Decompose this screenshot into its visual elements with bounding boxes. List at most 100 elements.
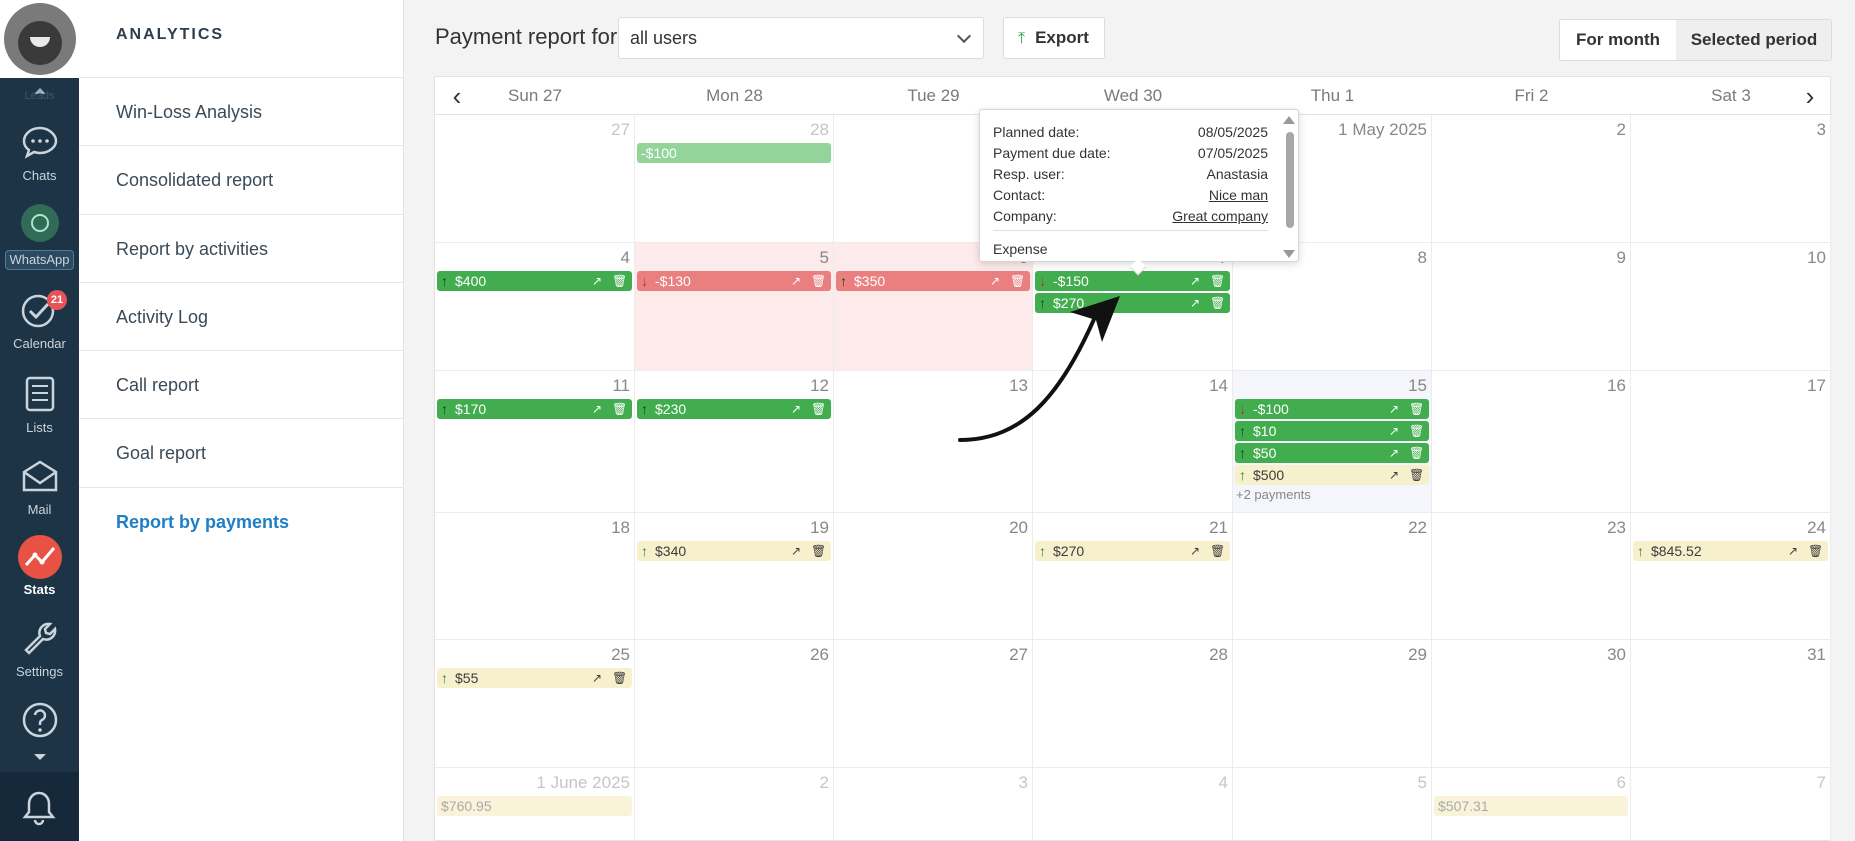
open-external-icon[interactable]: ↗ (789, 399, 803, 419)
menu-item-report-by-payments[interactable]: Report by payments (79, 487, 404, 555)
payment-chip[interactable]: ↑ $340 ↗ 🗑 (637, 541, 831, 561)
trash-icon[interactable]: 🗑 (1210, 541, 1225, 561)
rail-item-calendar[interactable]: Calendar (0, 290, 79, 351)
open-external-icon[interactable]: ↗ (590, 271, 604, 291)
day-cell[interactable]: 27 (834, 640, 1033, 768)
day-cell[interactable]: 25 (435, 640, 635, 768)
day-cell[interactable]: 2 (1432, 115, 1631, 243)
trash-icon[interactable]: 🗑 (1010, 271, 1025, 291)
day-cell[interactable]: 3 (834, 768, 1033, 841)
day-cell[interactable]: 2 (635, 768, 834, 841)
day-cell[interactable]: 4 (1033, 768, 1233, 841)
open-external-icon[interactable]: ↗ (789, 271, 803, 291)
menu-item-activities[interactable]: Report by activities (79, 214, 404, 282)
trash-icon[interactable]: 🗑 (612, 668, 627, 688)
day-cell[interactable]: 27 (435, 115, 635, 243)
day-cell[interactable]: 12 (635, 371, 834, 513)
rail-item-lists[interactable]: Lists (0, 374, 79, 435)
day-cell[interactable]: 8 (1233, 243, 1432, 371)
user-select[interactable]: all users (618, 17, 984, 59)
open-external-icon[interactable]: ↗ (1188, 541, 1202, 561)
trash-icon[interactable]: 🗑 (1409, 399, 1424, 419)
rail-item-leads[interactable]: Leads (0, 90, 79, 102)
rail-item-stats[interactable]: Stats (0, 582, 79, 597)
rail-item-help[interactable] (0, 700, 79, 746)
day-cell[interactable]: 10 (1631, 243, 1831, 371)
payment-chip[interactable]: ↑ $50 ↗ 🗑 (1235, 443, 1429, 463)
open-external-icon[interactable]: ↗ (590, 399, 604, 419)
tooltip-scrollbar[interactable] (1286, 132, 1294, 228)
trash-icon[interactable]: 🗑 (612, 399, 627, 419)
stats-icon[interactable] (18, 535, 62, 579)
tooltip-scroll-up-icon[interactable] (1283, 116, 1295, 124)
rail-item-chats[interactable]: Chats (0, 122, 79, 183)
open-external-icon[interactable]: ↗ (1188, 271, 1202, 291)
payment-chip[interactable]: ↓ -$130 ↗ 🗑 (637, 271, 831, 291)
trash-icon[interactable]: 🗑 (811, 541, 826, 561)
day-cell[interactable]: 11 (435, 371, 635, 513)
menu-item-win-loss[interactable]: Win-Loss Analysis (79, 77, 404, 145)
payment-chip[interactable]: ↑ $400 ↗ 🗑 (437, 271, 632, 291)
trash-icon[interactable]: 🗑 (811, 399, 826, 419)
day-cell[interactable]: 3 (1631, 115, 1831, 243)
for-month-option[interactable]: For month (1560, 20, 1676, 60)
trash-icon[interactable]: 🗑 (1808, 541, 1823, 561)
notifications-button[interactable] (0, 772, 79, 841)
day-cell[interactable]: 20 (834, 513, 1033, 640)
day-cell[interactable]: 28 (635, 115, 834, 243)
company-link[interactable]: Great company (1172, 208, 1268, 224)
whatsapp-icon[interactable] (21, 204, 59, 242)
day-cell[interactable]: 19 (635, 513, 834, 640)
day-cell[interactable]: 9 (1432, 243, 1631, 371)
avatar[interactable] (4, 3, 76, 75)
payment-chip[interactable]: ↑ $170 ↗ 🗑 (437, 399, 632, 419)
day-cell[interactable]: 31 (1631, 640, 1831, 768)
payment-chip[interactable]: ↑ $845.52 ↗ 🗑 (1633, 541, 1828, 561)
day-cell[interactable]: 22 (1233, 513, 1432, 640)
open-external-icon[interactable]: ↗ (1188, 293, 1202, 313)
rail-item-settings[interactable]: Settings (0, 618, 79, 679)
open-external-icon[interactable]: ↗ (789, 541, 803, 561)
day-cell[interactable]: 28 (1033, 640, 1233, 768)
rail-item-mail[interactable]: Mail (0, 456, 79, 517)
rail-item-whatsapp[interactable]: WhatsApp (5, 250, 74, 270)
trash-icon[interactable]: 🗑 (1409, 443, 1424, 463)
day-cell[interactable]: 16 (1432, 371, 1631, 513)
payment-chip[interactable]: ↑ $230 ↗ 🗑 (637, 399, 831, 419)
export-button[interactable]: ⤒ Export (1003, 17, 1105, 59)
trash-icon[interactable]: 🗑 (1409, 421, 1424, 441)
day-cell[interactable]: 18 (435, 513, 635, 640)
trash-icon[interactable]: 🗑 (1409, 465, 1424, 485)
payment-chip[interactable]: ↑ $500 ↗ 🗑 (1235, 465, 1429, 485)
payment-chip[interactable]: ↑ $10 ↗ 🗑 (1235, 421, 1429, 441)
day-cell[interactable]: 17 (1631, 371, 1831, 513)
day-cell[interactable]: 29 (1233, 640, 1432, 768)
trash-icon[interactable]: 🗑 (1210, 293, 1225, 313)
day-cell[interactable]: 4 (435, 243, 635, 371)
day-cell[interactable]: 7 (1631, 768, 1831, 841)
day-cell[interactable]: 24 (1631, 513, 1831, 640)
trash-icon[interactable]: 🗑 (811, 271, 826, 291)
open-external-icon[interactable]: ↗ (1387, 421, 1401, 441)
selected-period-option[interactable]: Selected period (1676, 20, 1832, 60)
payment-chip[interactable]: ↓ -$150 ↗ 🗑 (1035, 271, 1230, 291)
open-external-icon[interactable]: ↗ (1387, 443, 1401, 463)
payment-chip[interactable]: $760.95 (437, 796, 632, 816)
payment-chip[interactable]: ↑ $350 ↗ 🗑 (836, 271, 1030, 291)
rail-scroll-down-icon[interactable] (34, 754, 46, 760)
day-cell[interactable]: 21 (1033, 513, 1233, 640)
day-cell[interactable]: 5 (635, 243, 834, 371)
open-external-icon[interactable]: ↗ (1387, 465, 1401, 485)
menu-item-goal-report[interactable]: Goal report (79, 418, 404, 486)
payment-chip[interactable]: $507.31 (1434, 796, 1628, 816)
menu-item-call-report[interactable]: Call report (79, 350, 404, 418)
menu-item-activity-log[interactable]: Activity Log (79, 282, 404, 350)
menu-item-consolidated[interactable]: Consolidated report (79, 145, 404, 213)
trash-icon[interactable]: 🗑 (1210, 271, 1225, 291)
contact-link[interactable]: Nice man (1209, 187, 1268, 203)
tooltip-scroll-down-icon[interactable] (1283, 250, 1295, 258)
payment-chip[interactable]: -$100 (637, 143, 831, 163)
more-payments-link[interactable]: +2 payments (1236, 487, 1311, 502)
day-cell[interactable]: 23 (1432, 513, 1631, 640)
day-cell[interactable]: 26 (635, 640, 834, 768)
